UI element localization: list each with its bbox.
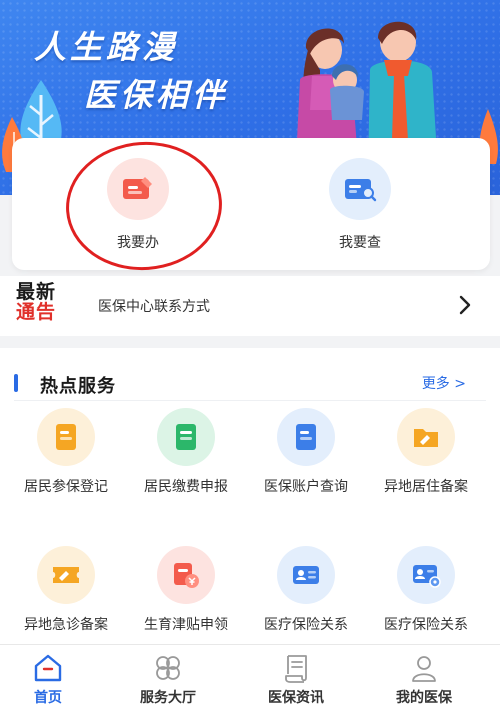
user-icon xyxy=(412,656,436,682)
service-icon-circle xyxy=(157,408,215,466)
service-item-account-query[interactable]: 医保账户查询 xyxy=(247,408,365,496)
service-item-remote-residence[interactable]: 异地居住备案 xyxy=(367,408,485,496)
service-label: 异地居住备案 xyxy=(384,479,468,495)
service-icon-circle xyxy=(397,408,455,466)
nav-icon-wrap xyxy=(364,651,484,685)
nav-icon-wrap xyxy=(0,651,108,685)
service-label: 医保账户查询 xyxy=(264,479,348,495)
nav-label: 首页 xyxy=(34,690,62,706)
service-icon-circle xyxy=(37,408,95,466)
nav-service-hall[interactable]: 服务大厅 xyxy=(108,651,228,707)
document-icon xyxy=(56,424,76,450)
nav-icon-wrap xyxy=(108,651,228,685)
home-icon xyxy=(34,654,62,682)
service-item-resident-enroll[interactable]: 居民参保登记 xyxy=(7,408,125,496)
news-scroll-icon xyxy=(285,655,307,683)
service-icon-circle xyxy=(37,546,95,604)
ticket-icon xyxy=(53,567,79,583)
service-item-maternity-allowance[interactable]: 生育津贴申领 xyxy=(127,546,245,634)
nav-label: 医保资讯 xyxy=(268,690,324,706)
nav-label: 服务大厅 xyxy=(140,690,196,706)
service-item-insurance-relation[interactable]: 医疗保险关系 xyxy=(247,546,365,634)
service-hall-icon xyxy=(156,656,180,680)
notice-bar[interactable]: 最新 通告 医保中心联系方式 xyxy=(0,276,500,336)
service-label: 居民缴费申报 xyxy=(144,479,228,495)
hot-services-title: 热点服务 xyxy=(40,376,116,397)
service-item-remote-emergency[interactable]: 异地急诊备案 xyxy=(7,546,125,634)
divider xyxy=(14,400,486,401)
nav-label: 我的医保 xyxy=(396,690,452,706)
card-search-icon xyxy=(345,179,377,202)
service-label: 异地急诊备案 xyxy=(24,617,108,633)
money-card-icon xyxy=(174,563,199,588)
quick-action-query-icon-circle xyxy=(329,158,391,220)
document-icon xyxy=(296,424,316,450)
service-label: 居民参保登记 xyxy=(24,479,108,495)
service-label: 医疗保险关系 xyxy=(264,617,348,633)
service-icon-circle xyxy=(277,546,335,604)
service-item-resident-payment[interactable]: 居民缴费申报 xyxy=(127,408,245,496)
notice-tag: 最新 通告 xyxy=(16,282,56,322)
section-accent-bar xyxy=(14,374,18,392)
quick-action-query[interactable]: 我要查 xyxy=(300,158,420,252)
nav-my-insurance[interactable]: 我的医保 xyxy=(364,651,484,707)
nav-home[interactable]: 首页 xyxy=(0,651,108,707)
banner-title: 人生路漫 xyxy=(34,28,179,66)
id-card-add-icon xyxy=(413,565,441,588)
service-item-insurance-relation-2[interactable]: 医疗保险关系 xyxy=(367,546,485,634)
quick-action-query-label: 我要查 xyxy=(339,235,381,251)
bottom-nav: 首页 服务大厅 医保资讯 我的医保 xyxy=(0,644,500,710)
service-icon-circle xyxy=(277,408,335,466)
service-icon-circle xyxy=(157,546,215,604)
notice-tag-line2: 通告 xyxy=(16,301,57,323)
chevron-right-icon[interactable] xyxy=(458,294,472,316)
banner-subtitle: 医保相伴 xyxy=(84,76,229,114)
service-label: 生育津贴申领 xyxy=(144,617,228,633)
folder-icon xyxy=(414,429,438,447)
service-icon-circle xyxy=(397,546,455,604)
hot-services-section: 热点服务 更多 > 居民参保登记 居民缴费申报 医保账户查询 异地居住备案 异地… xyxy=(0,348,500,644)
document-icon xyxy=(176,424,196,450)
notice-tag-line1: 最新 xyxy=(16,281,57,303)
nav-icon-wrap xyxy=(236,651,356,685)
nav-news[interactable]: 医保资讯 xyxy=(236,651,356,707)
more-link[interactable]: 更多 > xyxy=(422,373,466,393)
id-card-icon xyxy=(293,566,319,584)
service-label: 医疗保险关系 xyxy=(384,617,468,633)
notice-text[interactable]: 医保中心联系方式 xyxy=(98,296,210,316)
